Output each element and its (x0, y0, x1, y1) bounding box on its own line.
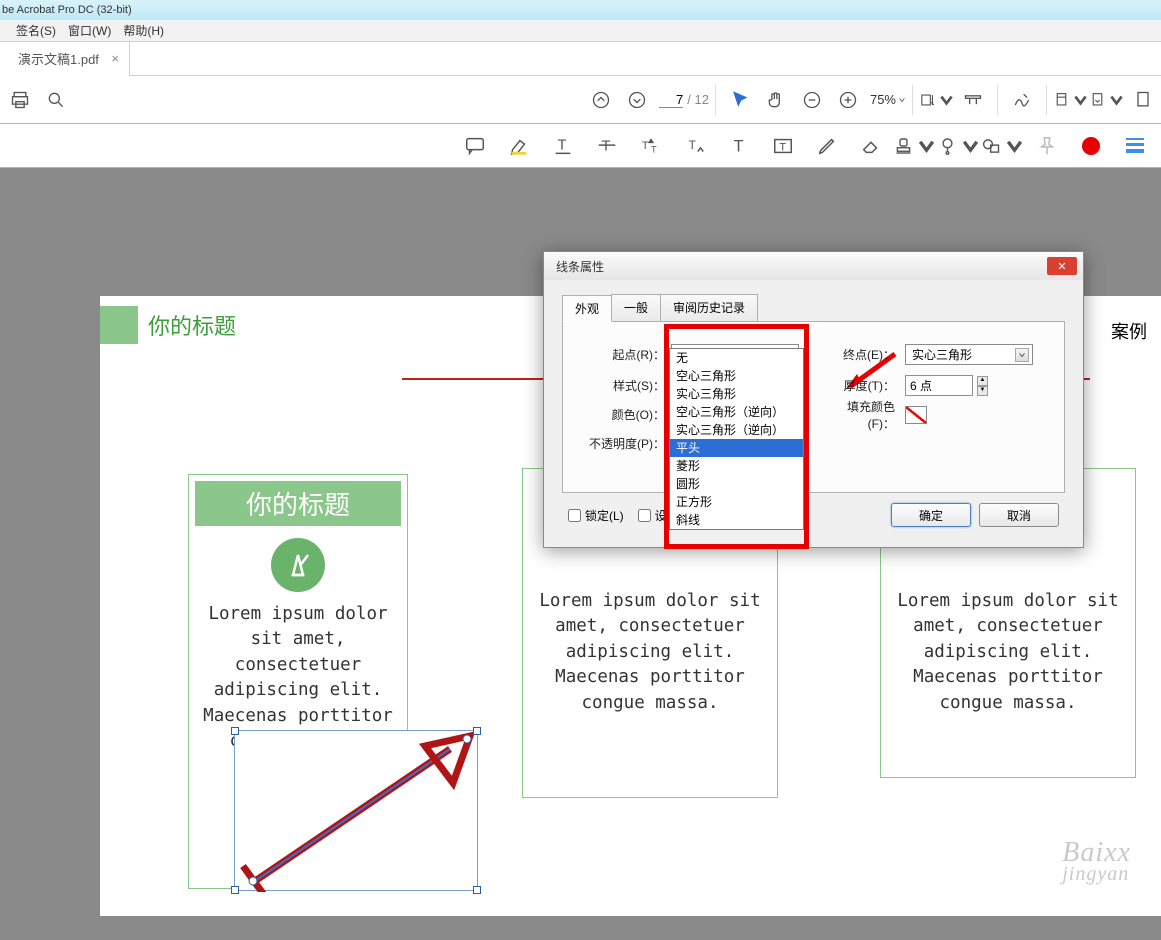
svg-text:T: T (689, 137, 696, 151)
dialog-title: 线条属性 (556, 258, 604, 275)
insert-text-icon[interactable]: T (673, 128, 717, 164)
dialog-title-bar[interactable]: 线条属性 ✕ (544, 252, 1083, 280)
label-opacity: 不透明度(P)： (579, 435, 671, 452)
dialog-panel: 起点(R)： 平头 终点(E)： 实心三角形 样式(S)： 厚度(T)： 6 点… (562, 322, 1065, 493)
end-style-value: 实心三角形 (912, 346, 972, 363)
dropdown-option[interactable]: 菱形 (670, 457, 803, 475)
hand-icon[interactable] (758, 82, 794, 118)
textbox-icon[interactable]: T (761, 128, 805, 164)
title-square-icon (100, 306, 138, 344)
svg-text:T: T (602, 138, 611, 154)
menu-bar: 签名(S) 窗口(W) 帮助(H) (0, 20, 1161, 42)
page-title: 你的标题 (148, 309, 236, 341)
more-icon[interactable] (1125, 82, 1161, 118)
page-down-icon[interactable] (619, 82, 655, 118)
page-extract-icon[interactable] (1053, 82, 1089, 118)
dropdown-option[interactable]: 斜线 (670, 511, 803, 529)
shapes-icon[interactable] (981, 128, 1025, 164)
document-tab-bar: 演示文稿1.pdf × (0, 42, 1161, 76)
attach-icon[interactable] (937, 128, 981, 164)
start-style-dropdown: 无空心三角形实心三角形空心三角形（逆向）实心三角形（逆向）平头菱形圆形正方形斜线 (669, 348, 804, 530)
color-red-icon[interactable] (1069, 128, 1113, 164)
svg-text:T: T (558, 137, 567, 153)
dropdown-option[interactable]: 无 (670, 349, 803, 367)
line-properties-dialog: 线条属性 ✕ 外观 一般 审阅历史记录 起点(R)： 平头 终点(E)： (543, 251, 1084, 548)
chevron-down-icon[interactable] (1015, 348, 1029, 362)
tab-general[interactable]: 一般 (611, 294, 661, 321)
svg-text:T: T (651, 144, 657, 154)
menu-help[interactable]: 帮助(H) (123, 22, 164, 39)
label-color: 颜色(O)： (579, 406, 671, 423)
menu-window[interactable]: 窗口(W) (68, 22, 111, 39)
ok-button[interactable]: 确定 (891, 503, 971, 527)
zoom-value[interactable]: 75% (870, 92, 896, 107)
comment-icon[interactable] (453, 128, 497, 164)
dialog-close-button[interactable]: ✕ (1047, 257, 1077, 275)
label-start: 起点(R)： (579, 346, 671, 363)
page-display-icon[interactable] (955, 82, 991, 118)
search-icon[interactable] (38, 82, 74, 118)
text-icon[interactable]: T (717, 128, 761, 164)
strikethrough-icon[interactable]: T (585, 128, 629, 164)
label-thickness: 厚度(T)： (821, 377, 901, 394)
lock-label: 锁定(L) (585, 507, 624, 524)
pointer-icon[interactable] (722, 82, 758, 118)
app-title: be Acrobat Pro DC (32-bit) (2, 4, 132, 16)
print-icon[interactable] (2, 82, 38, 118)
window-title-bar: be Acrobat Pro DC (32-bit) (0, 0, 1161, 20)
document-tab[interactable]: 演示文稿1.pdf × (0, 42, 130, 76)
end-style-combo[interactable]: 实心三角形 (905, 344, 1033, 365)
selected-annotation-box[interactable] (234, 730, 478, 891)
tab-history[interactable]: 审阅历史记录 (660, 294, 758, 321)
main-toolbar: / 12 75% (0, 76, 1161, 124)
stamp-icon[interactable] (893, 128, 937, 164)
annotation-toolbar: T T TT T T T (0, 124, 1161, 168)
fill-color-swatch[interactable] (905, 406, 927, 424)
watermark: Baixx jingyan (1062, 837, 1131, 886)
page-title-right: 案例 (1111, 318, 1147, 344)
line-thickness-icon[interactable] (1113, 128, 1157, 164)
page-title-block: 你的标题 (100, 306, 236, 344)
underline-text-icon[interactable]: T (541, 128, 585, 164)
zoom-in-icon[interactable] (830, 82, 866, 118)
tab-label: 演示文稿1.pdf (18, 49, 99, 68)
page-number-input[interactable] (659, 92, 683, 108)
page-total-label: / 12 (687, 92, 709, 107)
dialog-tabs: 外观 一般 审阅历史记录 (562, 294, 1065, 322)
zoom-out-icon[interactable] (794, 82, 830, 118)
thickness-value: 6 点 (910, 377, 932, 394)
pin-icon[interactable] (1025, 128, 1069, 164)
svg-text:T: T (642, 139, 649, 151)
dropdown-option[interactable]: 圆形 (670, 475, 803, 493)
dropdown-option[interactable]: 正方形 (670, 493, 803, 511)
cancel-button[interactable]: 取消 (979, 503, 1059, 527)
highlight-icon[interactable] (497, 128, 541, 164)
svg-text:T: T (734, 137, 744, 155)
close-icon[interactable]: × (111, 51, 119, 66)
label-end: 终点(E)： (821, 346, 901, 363)
label-style: 样式(S)： (579, 377, 671, 394)
page-scroll-icon[interactable] (1089, 82, 1125, 118)
svg-text:T: T (779, 141, 786, 153)
dropdown-option[interactable]: 平头 (670, 439, 803, 457)
fit-width-icon[interactable] (919, 82, 955, 118)
lock-checkbox[interactable]: 锁定(L) (568, 507, 624, 524)
eraser-icon[interactable] (849, 128, 893, 164)
dropdown-option[interactable]: 空心三角形（逆向） (670, 403, 803, 421)
replace-text-icon[interactable]: TT (629, 128, 673, 164)
dropdown-option[interactable]: 实心三角形 (670, 385, 803, 403)
dropdown-option[interactable]: 空心三角形 (670, 367, 803, 385)
spinner-buttons[interactable]: ▲▼ (977, 376, 988, 396)
card1-title: 你的标题 (195, 481, 401, 526)
metronome-icon (271, 538, 325, 592)
thickness-spinner[interactable]: 6 点 (905, 375, 973, 396)
pencil-icon[interactable] (805, 128, 849, 164)
page-up-icon[interactable] (583, 82, 619, 118)
menu-sign[interactable]: 签名(S) (16, 22, 56, 39)
tab-appearance[interactable]: 外观 (562, 295, 612, 322)
label-fill: 填充颜色(F)： (821, 398, 901, 432)
dropdown-option[interactable]: 实心三角形（逆向） (670, 421, 803, 439)
chevron-down-icon[interactable] (898, 96, 906, 104)
edit-sign-icon[interactable] (1004, 82, 1040, 118)
